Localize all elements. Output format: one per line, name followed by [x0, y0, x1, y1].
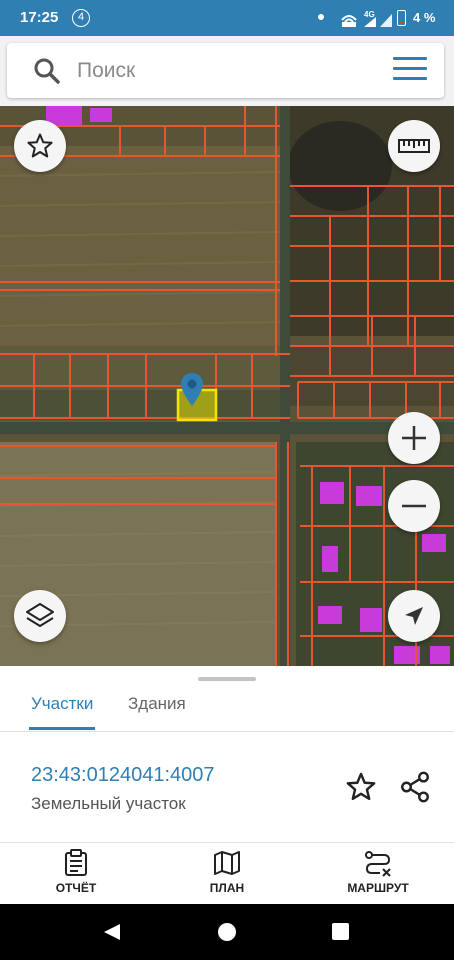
back-icon[interactable]: [102, 922, 122, 942]
plus-icon: [402, 426, 426, 450]
notification-badge: 4: [72, 9, 90, 27]
my-location-button[interactable]: [388, 590, 440, 642]
tab-plots[interactable]: Участки: [28, 690, 96, 730]
layers-icon: [26, 603, 54, 627]
share-icon[interactable]: [398, 770, 432, 804]
tab-buildings[interactable]: Здания: [128, 690, 186, 730]
bottom-navigation: ОТЧЁТ ПЛАН МАРШРУТ: [0, 842, 454, 904]
search-input[interactable]: [77, 53, 377, 89]
location-pin-icon: [181, 373, 203, 406]
menu-icon[interactable]: [393, 57, 427, 83]
drag-handle[interactable]: [198, 677, 256, 681]
nav-report-label: ОТЧЁТ: [55, 881, 97, 895]
minus-icon: [402, 504, 426, 508]
clipboard-icon: [65, 849, 87, 876]
status-time: 17:25: [20, 9, 59, 26]
notification-dot-icon: [318, 14, 324, 20]
recent-apps-icon[interactable]: [332, 923, 349, 940]
search-icon[interactable]: [33, 57, 61, 85]
system-navigation-bar: [0, 904, 454, 960]
nav-route[interactable]: МАРШРУТ: [323, 849, 433, 903]
nav-plan-label: ПЛАН: [209, 881, 245, 895]
ruler-icon: [398, 139, 430, 153]
parcel-type: Земельный участок: [31, 794, 186, 813]
route-icon: [365, 851, 391, 877]
star-icon[interactable]: [344, 770, 378, 804]
map-icon: [214, 851, 240, 875]
layers-button[interactable]: [14, 590, 66, 642]
zoom-out-button[interactable]: [388, 480, 440, 532]
search-bar[interactable]: [7, 43, 444, 98]
satellite-map[interactable]: [0, 106, 454, 666]
navigation-arrow-icon: [405, 607, 423, 625]
status-bar: 17:25 4 4G 4 %: [0, 0, 454, 36]
map-view[interactable]: [0, 106, 454, 666]
cadastral-number-link[interactable]: 23:43:0124041:4007: [31, 764, 215, 787]
zoom-in-button[interactable]: [388, 412, 440, 464]
nav-route-label: МАРШРУТ: [347, 881, 409, 895]
nav-report[interactable]: ОТЧЁТ: [21, 849, 131, 903]
favorite-button[interactable]: [14, 120, 66, 172]
battery-icon: [397, 10, 406, 26]
network-type: 4G: [364, 10, 375, 19]
measure-button[interactable]: [388, 120, 440, 172]
battery-percent: 4 %: [413, 10, 436, 25]
tab-bar: Участки Здания: [0, 684, 454, 732]
star-icon: [27, 133, 53, 158]
home-icon[interactable]: [218, 923, 236, 941]
nav-plan[interactable]: ПЛАН: [172, 849, 282, 903]
